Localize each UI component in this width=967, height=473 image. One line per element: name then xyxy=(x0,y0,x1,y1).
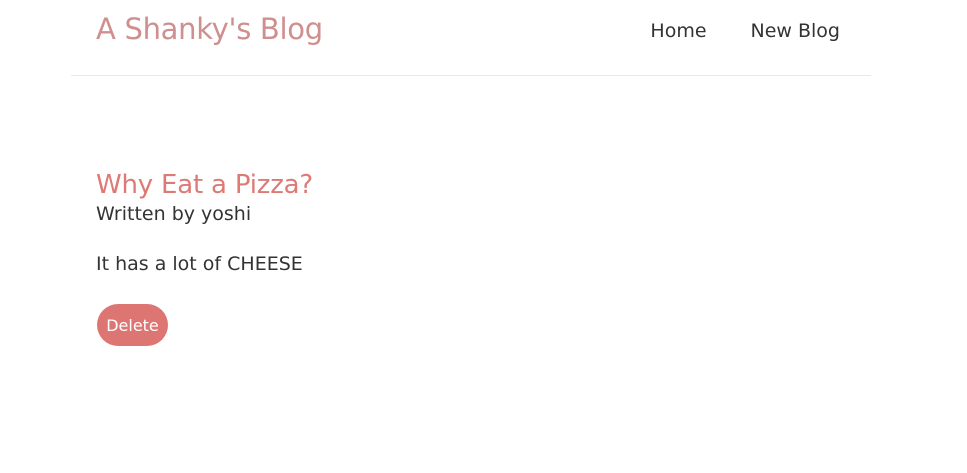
blog-author: Written by yoshi xyxy=(96,203,252,225)
nav-link-home[interactable]: Home xyxy=(650,20,706,42)
navbar: A Shanky's Blog Home New Blog xyxy=(71,0,871,76)
nav-links: Home New Blog xyxy=(650,20,840,42)
nav-link-new-blog[interactable]: New Blog xyxy=(751,20,840,42)
blog-title: Why Eat a Pizza? xyxy=(96,170,314,200)
blog-details: Why Eat a Pizza? Written by yoshi It has… xyxy=(96,168,836,346)
site-brand: A Shanky's Blog xyxy=(96,12,323,46)
delete-button[interactable]: Delete xyxy=(97,304,168,346)
blog-body: It has a lot of CHEESE xyxy=(96,253,303,275)
